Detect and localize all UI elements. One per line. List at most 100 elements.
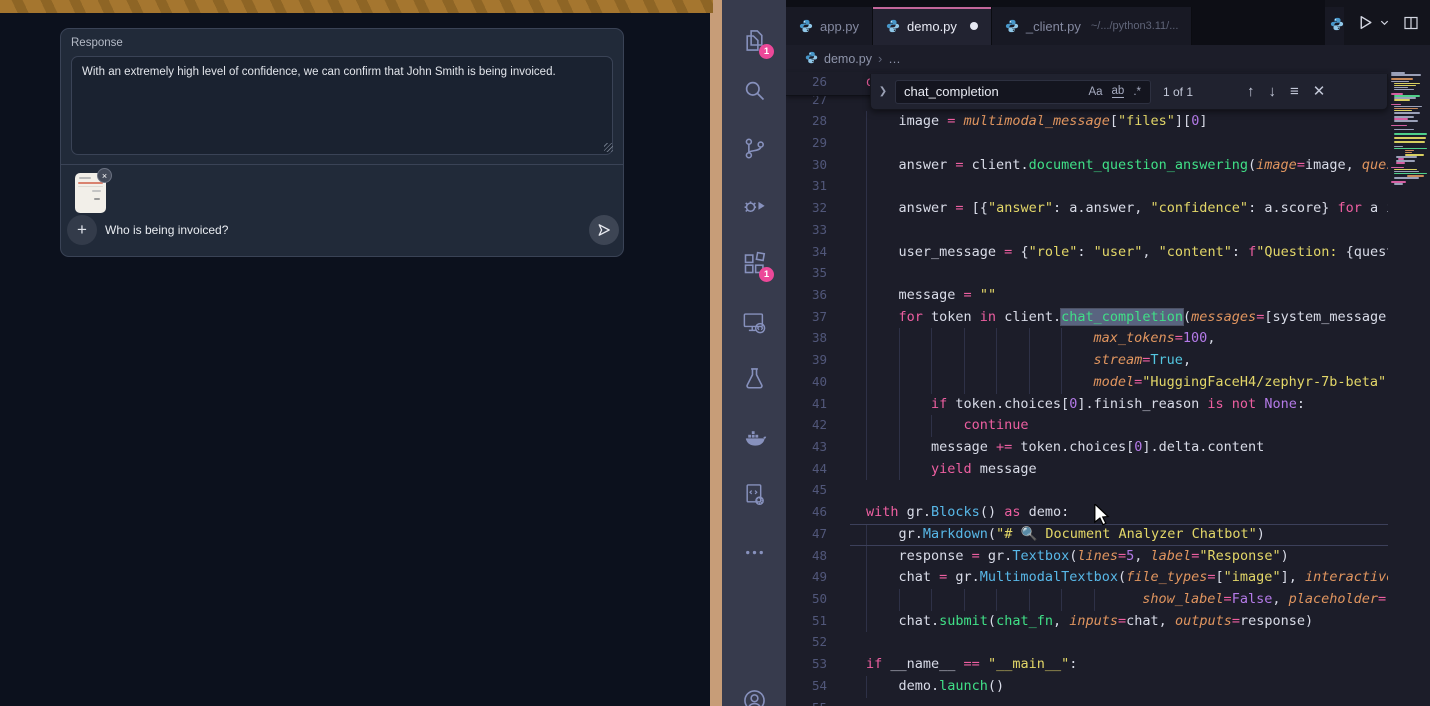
code-line-40[interactable]: 40model="HuggingFaceH4/zephyr-7b-beta") <box>786 372 1388 394</box>
code-line-50[interactable]: 50 show_label=False, placeholder="Upload… <box>786 589 1388 611</box>
code-line-51[interactable]: 51chat.submit(chat_fn, inputs=chat, outp… <box>786 611 1388 633</box>
line-number: 34 <box>786 244 866 259</box>
run-button[interactable] <box>1357 14 1374 31</box>
code-line-31[interactable]: 31 <box>786 176 1388 198</box>
code-line-29[interactable]: 29 <box>786 133 1388 155</box>
line-number: 50 <box>786 591 866 606</box>
code-line-54[interactable]: 54demo.launch() <box>786 676 1388 698</box>
search-icon[interactable] <box>741 77 768 104</box>
minimap-row <box>1394 141 1425 143</box>
toggle-replace-button[interactable]: ❯ <box>871 86 895 97</box>
line-number: 38 <box>786 330 866 345</box>
minimap-row <box>1394 169 1417 171</box>
code-editor[interactable]: demo.py › … 2728image = multimodal_messa… <box>786 45 1430 706</box>
code-line-46[interactable]: 46with gr.Blocks() as demo: <box>786 502 1388 524</box>
code-line-32[interactable]: 32answer = [{"answer": a.answer, "confid… <box>786 198 1388 220</box>
find-results-count: 1 of 1 <box>1163 85 1233 99</box>
match-case-toggle[interactable]: Aa <box>1088 86 1102 98</box>
code-line-43[interactable]: 43message += token.choices[0].delta.cont… <box>786 437 1388 459</box>
chat-input[interactable]: Who is being invoiced? <box>105 223 228 237</box>
split-editor-button[interactable] <box>1403 15 1419 31</box>
unsaved-changes-dot-icon[interactable] <box>970 22 978 30</box>
explorer-icon[interactable]: 1 <box>741 27 768 54</box>
tab-description: ~/.../python3.11/... <box>1091 20 1179 32</box>
code-line-33[interactable]: 33 <box>786 220 1388 242</box>
line-number: 54 <box>786 678 866 693</box>
minimap-row <box>1394 183 1403 185</box>
code-line-35[interactable]: 35 <box>786 263 1388 285</box>
line-number: 46 <box>786 504 866 519</box>
close-find-button[interactable]: ✕ <box>1313 84 1326 99</box>
line-content: chat.submit(chat_fn, inputs=chat, output… <box>866 613 1313 629</box>
run-debug-icon[interactable] <box>741 192 768 219</box>
breadcrumb: demo.py › … <box>786 45 1430 72</box>
tab-app.py[interactable]: app.py <box>786 7 873 45</box>
line-content: message = "" <box>866 287 996 303</box>
line-number: 49 <box>786 569 866 584</box>
tab-demo.py[interactable]: demo.py <box>873 7 992 45</box>
run-dropdown-icon[interactable] <box>1379 17 1390 28</box>
minimap-row <box>1391 78 1413 80</box>
python-file-icon <box>799 19 813 33</box>
code-line-34[interactable]: 34user_message = {"role": "user", "conte… <box>786 242 1388 264</box>
code-line-47[interactable]: 47gr.Markdown("# 🔍 Document Analyzer Cha… <box>786 524 1388 546</box>
activity-bar: 11 <box>722 0 786 706</box>
task-runner-icon[interactable] <box>741 481 768 508</box>
source-control-icon[interactable] <box>741 135 768 162</box>
whole-word-toggle[interactable]: ab <box>1112 85 1125 98</box>
line-number: 45 <box>786 482 866 497</box>
next-match-button[interactable]: ↓ <box>1269 84 1277 99</box>
code-line-38[interactable]: 38max_tokens=100, <box>786 328 1388 350</box>
extensions-icon[interactable]: 1 <box>741 250 768 277</box>
find-in-selection-button[interactable]: ≡ <box>1290 84 1299 99</box>
line-content: response = gr.Textbox(lines=5, label="Re… <box>866 548 1289 564</box>
code-line-41[interactable]: 41if token.choices[0].finish_reason is n… <box>786 394 1388 416</box>
line-content: image = multimodal_message["files"][0] <box>866 113 1207 129</box>
send-button[interactable] <box>589 215 619 245</box>
code-line-48[interactable]: 48response = gr.Textbox(lines=5, label="… <box>786 546 1388 568</box>
minimap-row <box>1394 106 1422 108</box>
code-line-44[interactable]: 44yield message <box>786 459 1388 481</box>
line-content: chat = gr.MultimodalTextbox(file_types=[… <box>866 569 1388 585</box>
line-content: yield message <box>866 461 1037 477</box>
overflow-tab[interactable] <box>1325 7 1344 45</box>
line-content: for token in client.chat_completion(mess… <box>866 309 1388 325</box>
thumb-mark <box>92 190 101 192</box>
code-line-45[interactable]: 45 <box>786 480 1388 502</box>
account-icon[interactable] <box>741 687 768 706</box>
add-file-button[interactable]: + <box>67 215 97 245</box>
docker-icon[interactable] <box>741 424 768 451</box>
minimap[interactable] <box>1388 45 1430 706</box>
code-line-49[interactable]: 49chat = gr.MultimodalTextbox(file_types… <box>786 567 1388 589</box>
resize-handle-icon[interactable] <box>604 143 613 152</box>
testing-icon[interactable] <box>741 365 768 392</box>
code-line-39[interactable]: 39stream=True, <box>786 350 1388 372</box>
line-number: 43 <box>786 439 866 454</box>
code-line-52[interactable]: 52 <box>786 632 1388 654</box>
minimap-row <box>1394 129 1414 131</box>
remove-image-button[interactable]: × <box>97 168 112 183</box>
tab-label: _client.py <box>1026 19 1081 34</box>
remote-explorer-icon[interactable] <box>741 309 768 336</box>
find-input[interactable] <box>896 84 1054 99</box>
pane-divider[interactable] <box>710 0 722 706</box>
breadcrumb-symbol[interactable]: … <box>888 52 901 66</box>
more-icon[interactable] <box>741 539 768 566</box>
code-line-37[interactable]: 37for token in client.chat_completion(me… <box>786 307 1388 329</box>
previous-match-button[interactable]: ↑ <box>1247 84 1255 99</box>
code-line-36[interactable]: 36message = "" <box>786 285 1388 307</box>
code-line-53[interactable]: 53if __name__ == "__main__": <box>786 654 1388 676</box>
tab-_client.py[interactable]: _client.py ~/.../python3.11/... <box>992 7 1192 45</box>
minimap-row <box>1394 137 1426 139</box>
line-number: 29 <box>786 135 866 150</box>
line-number: 41 <box>786 396 866 411</box>
code-line-55[interactable]: 55 <box>786 698 1388 706</box>
regex-toggle[interactable]: .* <box>1133 86 1141 98</box>
code-line-30[interactable]: 30answer = client.document_question_answ… <box>786 155 1388 177</box>
line-number: 55 <box>786 700 866 706</box>
response-textarea[interactable]: With an extremely high level of confiden… <box>71 56 613 155</box>
badge: 1 <box>759 267 774 282</box>
code-line-28[interactable]: 28image = multimodal_message["files"][0] <box>786 111 1388 133</box>
code-line-42[interactable]: 42continue <box>786 415 1388 437</box>
breadcrumb-file[interactable]: demo.py <box>824 52 872 66</box>
